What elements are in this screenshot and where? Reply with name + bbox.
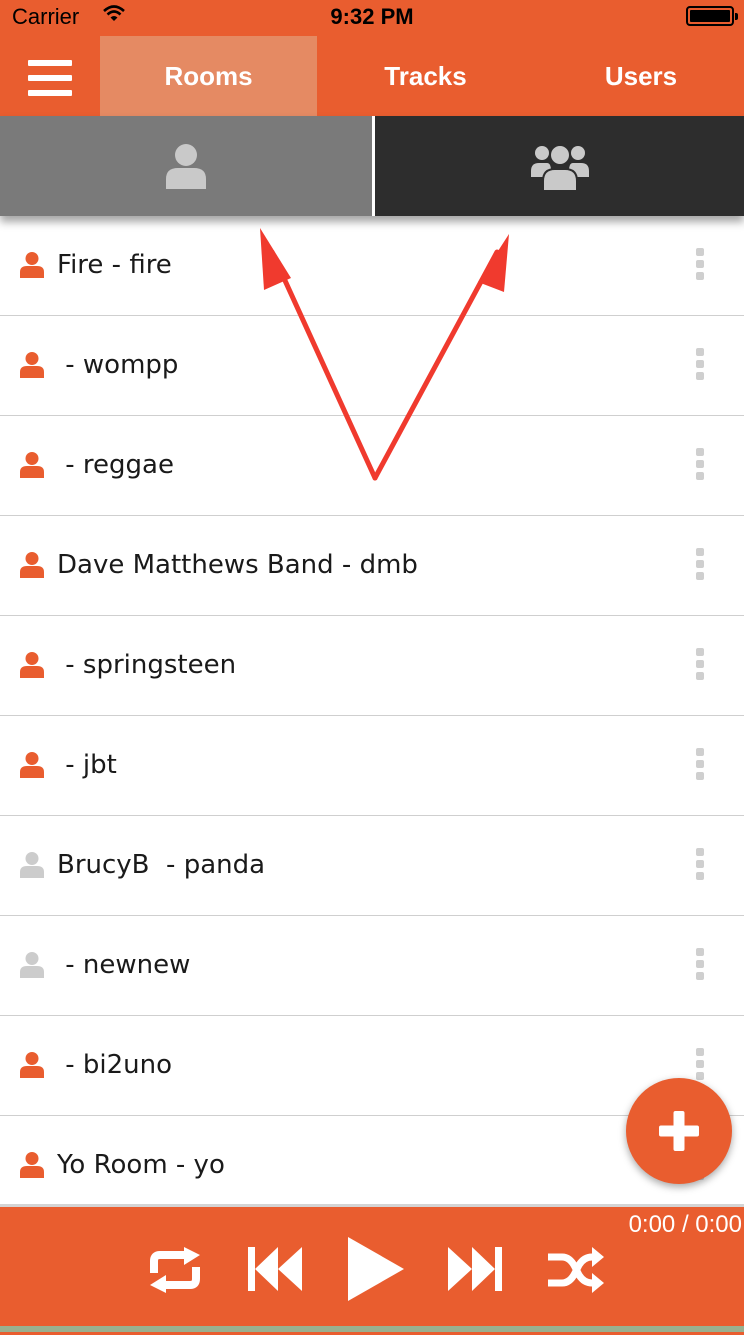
player-bar: 0:00 / 0:00: [0, 1204, 744, 1335]
room-title: - jbt: [57, 750, 117, 780]
user-icon: [20, 752, 44, 778]
user-icon: [20, 1152, 44, 1178]
more-options-icon[interactable]: [694, 1048, 706, 1082]
more-options-icon[interactable]: [694, 948, 706, 982]
play-icon: [348, 1237, 404, 1301]
previous-button[interactable]: [248, 1245, 302, 1297]
room-title: Fire - fire: [57, 250, 172, 280]
user-icon: [20, 452, 44, 478]
user-icon: [20, 252, 44, 278]
user-icon: [20, 552, 44, 578]
bottom-strip: [0, 1326, 744, 1332]
group-users-icon: [530, 144, 589, 191]
play-button[interactable]: [346, 1237, 404, 1305]
more-options-icon[interactable]: [694, 248, 706, 282]
user-icon: [20, 352, 44, 378]
next-icon: [448, 1247, 502, 1291]
room-row[interactable]: - jbt: [0, 716, 744, 816]
status-bar: Carrier 9:32 PM: [0, 0, 744, 36]
room-title: BrucyB - panda: [57, 850, 266, 880]
room-row[interactable]: - bi2uno: [0, 1016, 744, 1116]
rooms-list[interactable]: Fire - fire - wompp - reggae Dave Matthew…: [0, 216, 744, 1202]
room-row[interactable]: Fire - fire: [0, 216, 744, 316]
shuffle-button[interactable]: [548, 1247, 604, 1297]
all-rooms-segment[interactable]: [375, 116, 744, 216]
add-room-button[interactable]: [626, 1078, 732, 1184]
more-options-icon[interactable]: [694, 548, 706, 582]
room-row[interactable]: Dave Matthews Band - dmb: [0, 516, 744, 616]
repeat-button[interactable]: [146, 1247, 204, 1297]
more-options-icon[interactable]: [694, 848, 706, 882]
track-timecode: 0:00 / 0:00: [628, 1211, 742, 1238]
more-options-icon[interactable]: [694, 748, 706, 782]
room-title: Dave Matthews Band - dmb: [57, 550, 418, 580]
more-options-icon[interactable]: [694, 448, 706, 482]
room-title: - reggae: [57, 450, 174, 480]
previous-icon: [248, 1247, 302, 1291]
room-row[interactable]: - springsteen: [0, 616, 744, 716]
room-title: - newnew: [57, 950, 191, 980]
plus-icon: [659, 1111, 699, 1151]
next-button[interactable]: [448, 1245, 502, 1297]
single-user-icon: [166, 144, 206, 189]
shuffle-icon: [548, 1247, 604, 1293]
room-title: Yo Room - yo: [57, 1150, 225, 1180]
room-title: - springsteen: [57, 650, 237, 680]
my-rooms-segment[interactable]: [0, 116, 372, 216]
user-icon: [20, 1052, 44, 1078]
hamburger-menu-icon[interactable]: [28, 58, 74, 98]
navigation-bar: Rooms Tracks Users: [0, 36, 744, 116]
room-row[interactable]: BrucyB - panda: [0, 816, 744, 916]
room-row[interactable]: - reggae: [0, 416, 744, 516]
clock: 9:32 PM: [330, 4, 414, 29]
user-icon: [20, 952, 44, 978]
tab-rooms[interactable]: Rooms: [100, 36, 317, 116]
battery-icon: [686, 6, 738, 26]
room-title: - wompp: [57, 350, 179, 380]
room-title: - bi2uno: [57, 1050, 173, 1080]
room-row[interactable]: - wompp: [0, 316, 744, 416]
user-icon: [20, 652, 44, 678]
tab-users[interactable]: Users: [534, 36, 744, 116]
user-icon: [20, 852, 44, 878]
room-row[interactable]: - newnew: [0, 916, 744, 1016]
room-filter-segmented-control: [0, 116, 744, 216]
repeat-icon: [150, 1247, 200, 1293]
more-options-icon[interactable]: [694, 348, 706, 382]
tab-tracks[interactable]: Tracks: [317, 36, 534, 116]
more-options-icon[interactable]: [694, 648, 706, 682]
